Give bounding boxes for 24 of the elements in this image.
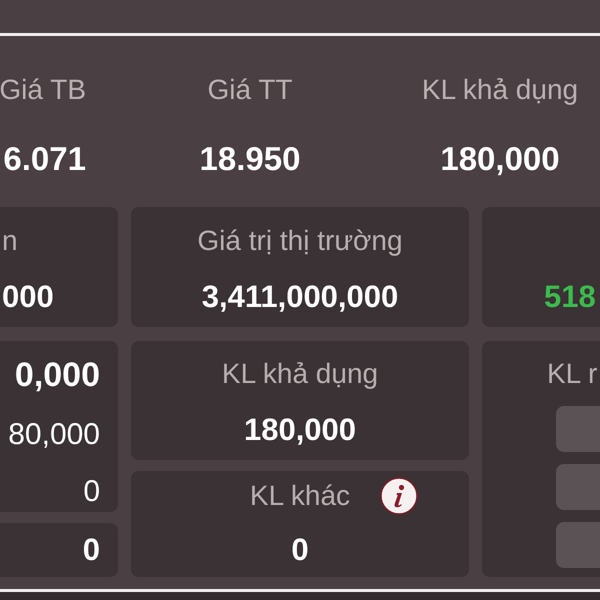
stat-value: 180,000 — [440, 139, 560, 179]
stat-value: 000 — [2, 278, 54, 316]
stat-value: 180,000 — [244, 410, 356, 448]
stat-label: KL khác — [250, 479, 350, 513]
stat-label: KL khả dụng — [222, 356, 378, 390]
action-button[interactable] — [556, 464, 600, 510]
stat-label: Giá trị thị trường — [197, 224, 403, 258]
stat-value: 0 — [291, 531, 309, 569]
stat-label: Giá TB — [0, 73, 86, 107]
stat-value: 0,000 — [14, 355, 100, 396]
action-button[interactable] — [556, 522, 600, 568]
stat-value: 18.950 — [200, 139, 300, 179]
stat-value: 518 — [544, 278, 596, 316]
stat-value: 6.071 — [3, 139, 86, 179]
stat-value: 80,000 — [8, 417, 100, 453]
stat-label: KL khả dụng — [422, 73, 578, 107]
stat-value: 0 — [82, 531, 100, 569]
stat-label: Giá TT — [207, 73, 293, 107]
info-icon[interactable] — [380, 477, 418, 515]
stat-value: 3,411,000,000 — [202, 278, 398, 316]
stat-label: KL r — [547, 357, 598, 391]
stat-label: n — [2, 224, 18, 258]
stat-value: 0 — [83, 474, 100, 510]
action-button[interactable] — [556, 406, 600, 452]
